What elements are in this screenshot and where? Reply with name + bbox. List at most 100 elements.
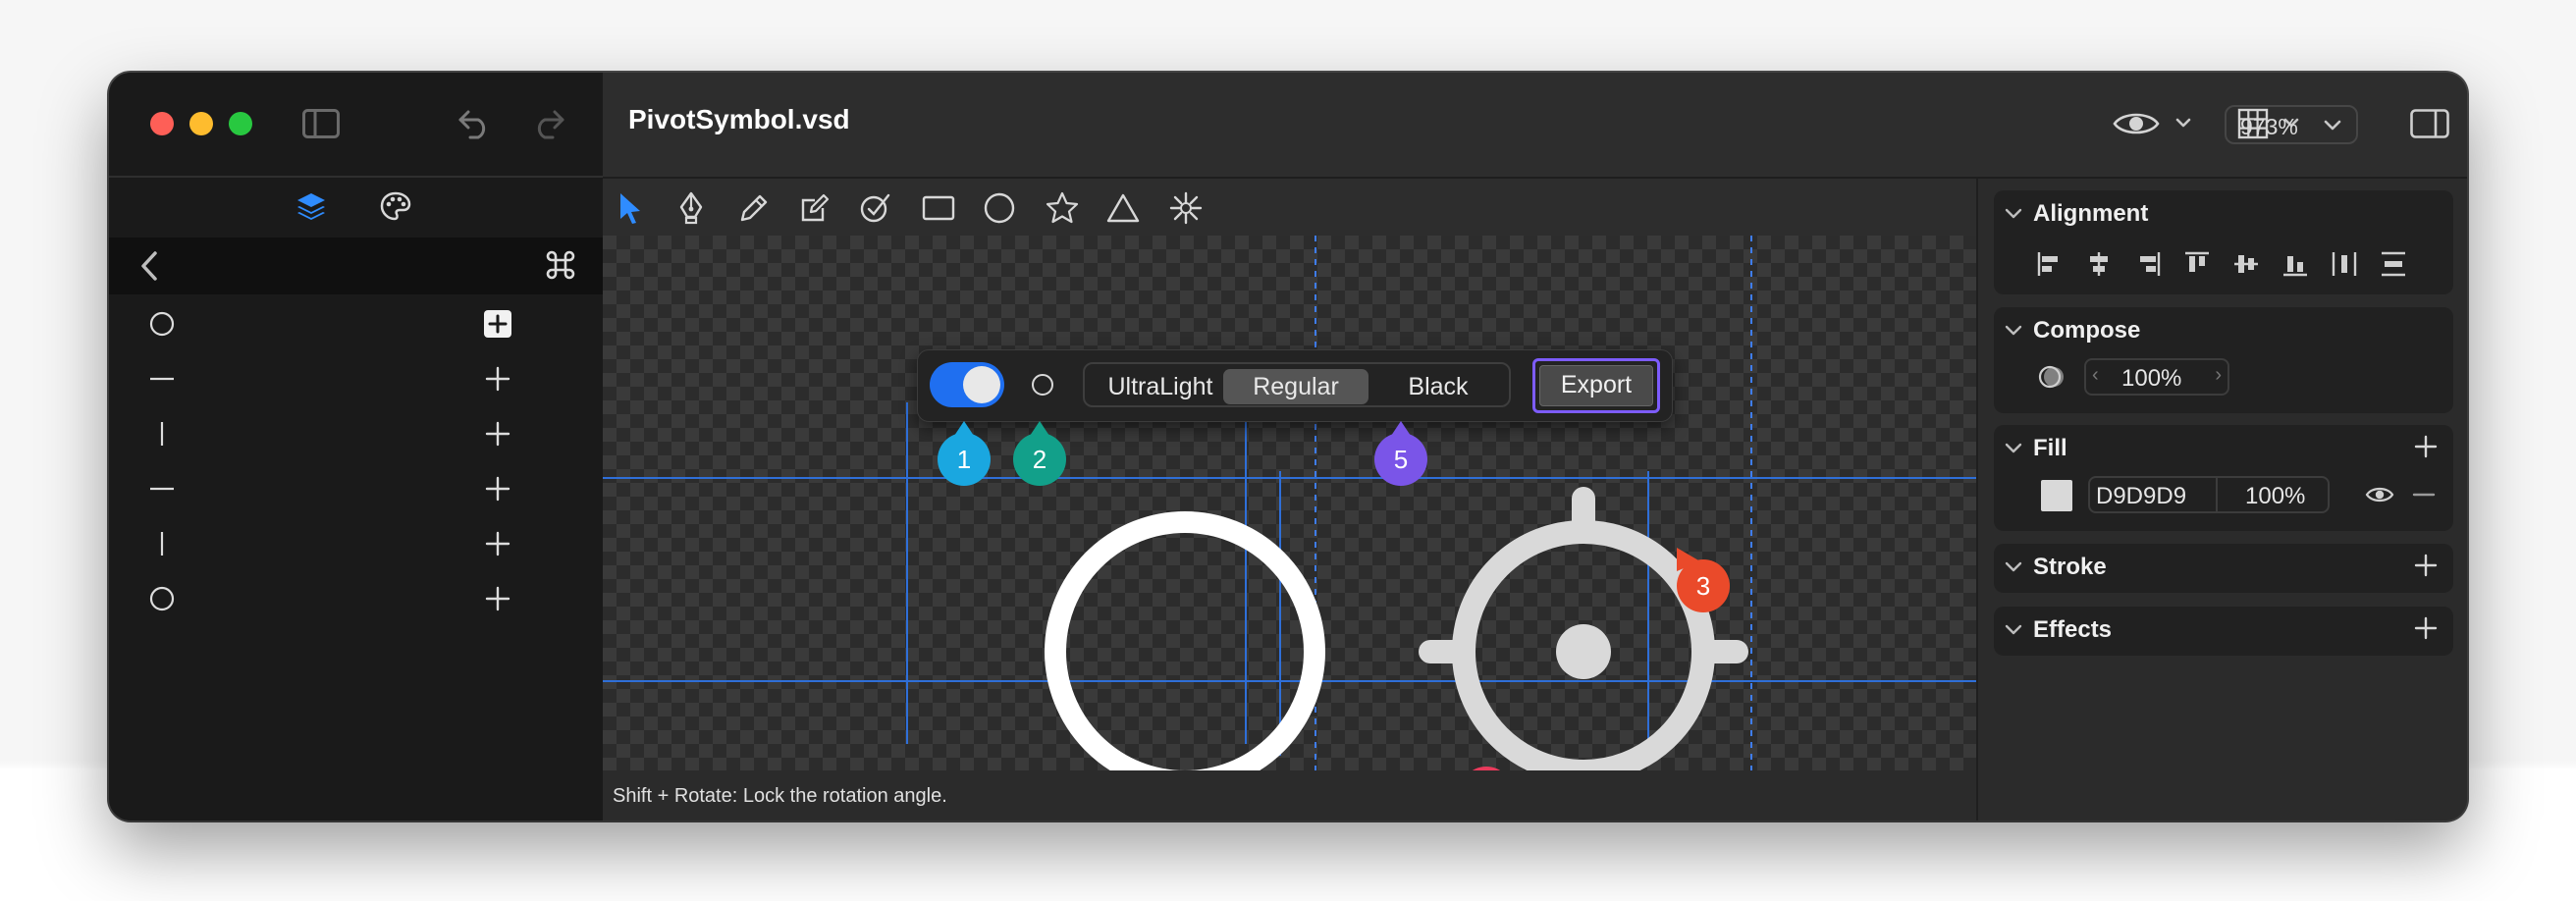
crosshair-symbol bbox=[1419, 487, 1748, 770]
minimize-window-button[interactable] bbox=[189, 112, 213, 135]
preview-toggle[interactable] bbox=[930, 362, 1004, 407]
align-bottom-icon[interactable] bbox=[2281, 249, 2310, 279]
command-icon[interactable] bbox=[541, 245, 580, 285]
vertical-line-icon bbox=[148, 530, 176, 557]
fill-color-swatch[interactable] bbox=[2041, 480, 2072, 511]
layer-row[interactable] bbox=[109, 571, 603, 626]
fill-opacity-field[interactable]: 100% bbox=[2216, 476, 2330, 513]
close-window-button[interactable] bbox=[150, 112, 174, 135]
plain-circle-symbol bbox=[1045, 511, 1325, 770]
distribute-vertical-icon[interactable] bbox=[2379, 249, 2408, 279]
status-text: Shift + Rotate: Lock the rotation angle. bbox=[613, 785, 947, 807]
select-tool-icon[interactable] bbox=[611, 188, 650, 228]
add-icon[interactable] bbox=[482, 418, 513, 450]
canvas[interactable]: UltraLight Regular Black Export 1 2 3 4 bbox=[603, 236, 1976, 820]
glyph-art bbox=[1045, 487, 1748, 770]
chevron-down-icon[interactable] bbox=[2004, 321, 2023, 341]
ellipse-tool-icon[interactable] bbox=[980, 188, 1019, 228]
symbol-tool-icon[interactable] bbox=[1166, 188, 1206, 228]
blend-mode-icon[interactable] bbox=[2037, 362, 2066, 392]
add-icon[interactable] bbox=[482, 473, 513, 504]
chevron-down-icon[interactable] bbox=[2004, 620, 2023, 640]
add-icon[interactable] bbox=[482, 583, 513, 614]
layer-row[interactable] bbox=[109, 351, 603, 406]
opacity-stepper[interactable]: ‹ 100% › bbox=[2084, 358, 2229, 396]
weight-segmented-control: UltraLight Regular Black bbox=[1083, 362, 1511, 407]
fill-section: Fill D9D9D9 100% bbox=[1994, 425, 2453, 531]
layers-icon[interactable] bbox=[292, 186, 331, 226]
zoom-window-button[interactable] bbox=[229, 112, 252, 135]
horizontal-line-icon bbox=[148, 365, 176, 393]
redo-icon[interactable] bbox=[529, 106, 568, 141]
rectangle-tool-icon[interactable] bbox=[919, 188, 958, 228]
alignment-title: Alignment bbox=[2033, 200, 2149, 227]
callout-5: 5 bbox=[1374, 421, 1427, 486]
callout-2: 2 bbox=[1013, 421, 1066, 486]
layer-row[interactable] bbox=[109, 461, 603, 516]
sidebar-toggle-icon[interactable] bbox=[301, 106, 341, 141]
layer-row[interactable] bbox=[109, 516, 603, 571]
app-window: PivotSymbol.vsd 973% UltraLight Regular … bbox=[109, 73, 2467, 821]
callout-1: 1 bbox=[938, 421, 991, 486]
palette-icon[interactable] bbox=[376, 186, 415, 226]
circle-indicator-icon[interactable] bbox=[1032, 374, 1053, 396]
zoom-value: 973% bbox=[2240, 114, 2298, 139]
vertical-line-icon bbox=[148, 420, 176, 448]
distribute-horizontal-icon[interactable] bbox=[2330, 249, 2359, 279]
layer-row[interactable] bbox=[109, 296, 603, 351]
segment-black[interactable]: Black bbox=[1369, 369, 1507, 404]
chevron-left-icon[interactable]: ‹ bbox=[2092, 364, 2099, 387]
visibility-eye-icon[interactable] bbox=[2365, 484, 2394, 505]
align-left-icon[interactable] bbox=[2035, 249, 2065, 279]
pencil-tool-icon[interactable] bbox=[734, 188, 774, 228]
fill-title: Fill bbox=[2033, 435, 2067, 461]
chevron-down-icon[interactable] bbox=[2004, 204, 2023, 224]
alignment-section: Alignment bbox=[1994, 190, 2453, 294]
segment-regular[interactable]: Regular bbox=[1223, 369, 1368, 404]
pen-tool-icon[interactable] bbox=[671, 188, 711, 228]
undo-icon[interactable] bbox=[455, 106, 494, 141]
title-bar: PivotSymbol.vsd 973% bbox=[603, 73, 2467, 179]
stroke-section: Stroke bbox=[1994, 544, 2453, 593]
back-chevron-icon[interactable] bbox=[133, 247, 166, 285]
add-icon[interactable] bbox=[482, 528, 513, 559]
inspector-toggle-icon[interactable] bbox=[2409, 106, 2450, 141]
circle-icon bbox=[148, 310, 176, 338]
compose-title: Compose bbox=[2033, 317, 2141, 344]
zoom-select[interactable]: 973% bbox=[2225, 105, 2358, 144]
edit-tool-icon[interactable] bbox=[795, 188, 834, 228]
add-stroke-icon[interactable] bbox=[2412, 552, 2440, 579]
segment-ultralight[interactable]: UltraLight bbox=[1089, 369, 1232, 404]
view-options-button[interactable] bbox=[2111, 104, 2199, 143]
align-top-icon[interactable] bbox=[2182, 249, 2212, 279]
fill-hex-field[interactable]: D9D9D9 bbox=[2088, 476, 2218, 513]
export-button-focus[interactable]: Export bbox=[1532, 358, 1660, 413]
effects-section: Effects bbox=[1994, 607, 2453, 656]
inspector-panel: Alignment Compose ‹ 100% › Fill D9D9D9 1… bbox=[1976, 179, 2467, 821]
added-plus-box-icon[interactable] bbox=[482, 308, 513, 340]
status-bar: Shift + Rotate: Lock the rotation angle. bbox=[603, 770, 1976, 821]
weight-toolbar: UltraLight Regular Black Export bbox=[917, 349, 1673, 422]
add-effect-icon[interactable] bbox=[2412, 614, 2440, 642]
layers-header bbox=[109, 238, 603, 294]
chevron-down-icon[interactable] bbox=[2004, 439, 2023, 458]
chevron-right-icon[interactable]: › bbox=[2215, 364, 2222, 387]
circle-icon bbox=[148, 585, 176, 612]
chevron-down-icon bbox=[2324, 120, 2341, 131]
align-center-vertical-icon[interactable] bbox=[2231, 249, 2261, 279]
remove-fill-icon[interactable] bbox=[2410, 484, 2438, 505]
star-tool-icon[interactable] bbox=[1043, 188, 1082, 228]
layer-row[interactable] bbox=[109, 406, 603, 461]
effects-title: Effects bbox=[2033, 616, 2113, 643]
add-fill-icon[interactable] bbox=[2412, 433, 2440, 460]
add-icon[interactable] bbox=[482, 363, 513, 395]
export-button[interactable]: Export bbox=[1539, 365, 1653, 406]
chevron-down-icon[interactable] bbox=[2004, 557, 2023, 577]
align-right-icon[interactable] bbox=[2133, 249, 2163, 279]
sidebar bbox=[109, 73, 603, 821]
circle-slash-tool-icon[interactable] bbox=[856, 188, 895, 228]
align-center-horizontal-icon[interactable] bbox=[2084, 249, 2114, 279]
triangle-tool-icon[interactable] bbox=[1103, 188, 1143, 228]
sidebar-divider bbox=[109, 176, 603, 178]
stroke-title: Stroke bbox=[2033, 554, 2107, 580]
